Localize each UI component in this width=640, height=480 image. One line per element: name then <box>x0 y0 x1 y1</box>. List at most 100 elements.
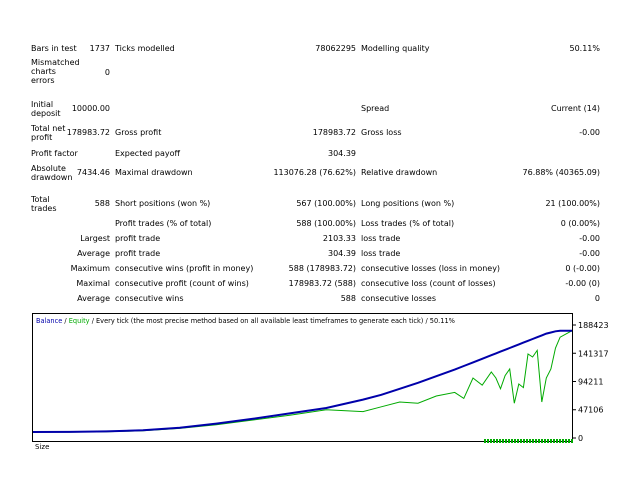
volume-bar <box>520 439 522 443</box>
average-profit-value: 304.39 <box>328 249 356 258</box>
y-tick-label: 141317 <box>578 349 608 358</box>
absolute-drawdown-value: 7434.46 <box>76 168 110 177</box>
modelling-quality-label: Modelling quality <box>361 44 430 53</box>
average-prefix: Average <box>77 249 110 258</box>
average-consec-losses-value: 0 <box>594 294 600 303</box>
volume-bar <box>493 439 495 443</box>
volume-bar <box>517 439 519 443</box>
volume-bar <box>505 439 507 443</box>
volume-bar <box>571 439 573 443</box>
equity-chart-svg: Balance / Equity / Every tick (the most … <box>32 313 608 443</box>
spread-label: Spread <box>361 104 390 113</box>
legend-balance: Balance <box>36 317 62 325</box>
volume-bar <box>550 439 552 443</box>
volume-bar <box>559 439 561 443</box>
volume-bar <box>544 439 546 443</box>
volume-bar <box>562 439 564 443</box>
maximal-drawdown-value: 113076.28 (76.62%) <box>273 168 356 177</box>
volume-bar <box>511 439 513 443</box>
maximal-loss-value: -0.00 (0) <box>565 279 600 288</box>
total-trades-value: 588 <box>94 199 110 208</box>
volume-bar <box>529 439 531 443</box>
long-positions-label: Long positions (won %) <box>361 199 455 208</box>
y-axis: 188423 141317 94211 47106 0 <box>572 321 608 443</box>
spread-value: Current (14) <box>550 104 600 113</box>
maximum-losses-value: 0 (-0.00) <box>565 264 600 273</box>
largest-loss-label: loss trade <box>361 234 401 243</box>
volume-bar <box>556 439 558 443</box>
volume-bar <box>526 439 528 443</box>
volume-bar <box>547 439 549 443</box>
loss-trades-value: 0 (0.00%) <box>560 219 600 228</box>
initial-deposit-value: 10000.00 <box>71 104 110 113</box>
average-consec-losses-label: consecutive losses <box>361 294 437 303</box>
gross-loss-value: -0.00 <box>579 128 600 137</box>
relative-drawdown-label: Relative drawdown <box>361 168 438 177</box>
volume-bar <box>514 439 516 443</box>
maximal-profit-label: consecutive profit (count of wins) <box>115 279 249 288</box>
largest-prefix: Largest <box>80 234 110 243</box>
average-consec-wins-value: 588 <box>340 294 356 303</box>
gross-profit-label: Gross profit <box>115 128 162 137</box>
mismatched-errors-value: 0 <box>104 68 110 77</box>
volume-bar <box>532 439 534 443</box>
maximal-profit-value: 178983.72 (588) <box>288 279 356 288</box>
gross-profit-value: 178983.72 <box>312 128 356 137</box>
average-loss-label: loss trade <box>361 249 401 258</box>
volume-bar <box>502 439 504 443</box>
size-label: Size <box>35 443 50 451</box>
loss-trades-label: Loss trades (% of total) <box>361 219 455 228</box>
profit-trades-value: 588 (100.00%) <box>296 219 356 228</box>
volume-bar <box>535 439 537 443</box>
volume-bar <box>496 439 498 443</box>
average-loss-value: -0.00 <box>579 249 600 258</box>
average-consec-wins-label: consecutive wins <box>115 294 184 303</box>
ticks-modelled-label: Ticks modelled <box>115 44 175 53</box>
average-profit-label: profit trade <box>115 249 161 258</box>
bars-in-test-value: 1737 <box>89 44 110 53</box>
volume-bar <box>565 439 567 443</box>
chart-frame <box>32 313 573 442</box>
y-tick-label: 0 <box>578 434 583 443</box>
total-net-profit-value: 178983.72 <box>66 128 110 137</box>
profit-factor-label: Profit factor <box>31 149 78 158</box>
relative-drawdown-value: 76.88% (40365.09) <box>522 168 600 177</box>
long-positions-value: 21 (100.00%) <box>545 199 600 208</box>
maximal-prefix: Maximal <box>76 279 110 288</box>
largest-profit-value: 2103.33 <box>322 234 356 243</box>
y-tick-label: 47106 <box>578 406 603 415</box>
volume-bar <box>508 439 510 443</box>
volume-bar <box>499 439 501 443</box>
maximal-drawdown-label: Maximal drawdown <box>115 168 193 177</box>
volume-bar <box>487 439 489 443</box>
short-positions-value: 567 (100.00%) <box>296 199 356 208</box>
ticks-modelled-value: 78062295 <box>315 44 356 53</box>
maximum-wins-label: consecutive wins (profit in money) <box>115 264 254 273</box>
gross-loss-label: Gross loss <box>361 128 402 137</box>
volume-bar <box>553 439 555 443</box>
volume-bar <box>490 439 492 443</box>
volume-bar <box>538 439 540 443</box>
maximum-prefix: Maximum <box>70 264 110 273</box>
maximal-loss-label: consecutive loss (count of losses) <box>361 279 496 288</box>
volume-bar <box>484 439 486 443</box>
report-summary: Bars in test 1737 Ticks modelled 7806229… <box>0 0 640 310</box>
expected-payoff-value: 304.39 <box>328 149 356 158</box>
y-tick-label: 94211 <box>578 378 603 387</box>
profit-trades-label: Profit trades (% of total) <box>115 219 212 228</box>
volume-bar <box>541 439 543 443</box>
maximum-losses-label: consecutive losses (loss in money) <box>361 264 501 273</box>
modelling-quality-value: 50.11% <box>569 44 600 53</box>
largest-profit-label: profit trade <box>115 234 161 243</box>
volume-bar <box>568 439 570 443</box>
legend-equity: Equity <box>69 317 90 325</box>
expected-payoff-label: Expected payoff <box>115 149 180 158</box>
legend-description: / Every tick (the most precise method ba… <box>90 317 455 325</box>
maximum-wins-value: 588 (178983.72) <box>288 264 356 273</box>
chart-legend: Balance / Equity / Every tick (the most … <box>36 317 455 325</box>
equity-graph: Balance / Equity / Every tick (the most … <box>32 313 608 451</box>
y-tick-label: 188423 <box>578 321 608 330</box>
short-positions-label: Short positions (won %) <box>115 199 211 208</box>
average-consec-prefix: Average <box>77 294 110 303</box>
largest-loss-value: -0.00 <box>579 234 600 243</box>
